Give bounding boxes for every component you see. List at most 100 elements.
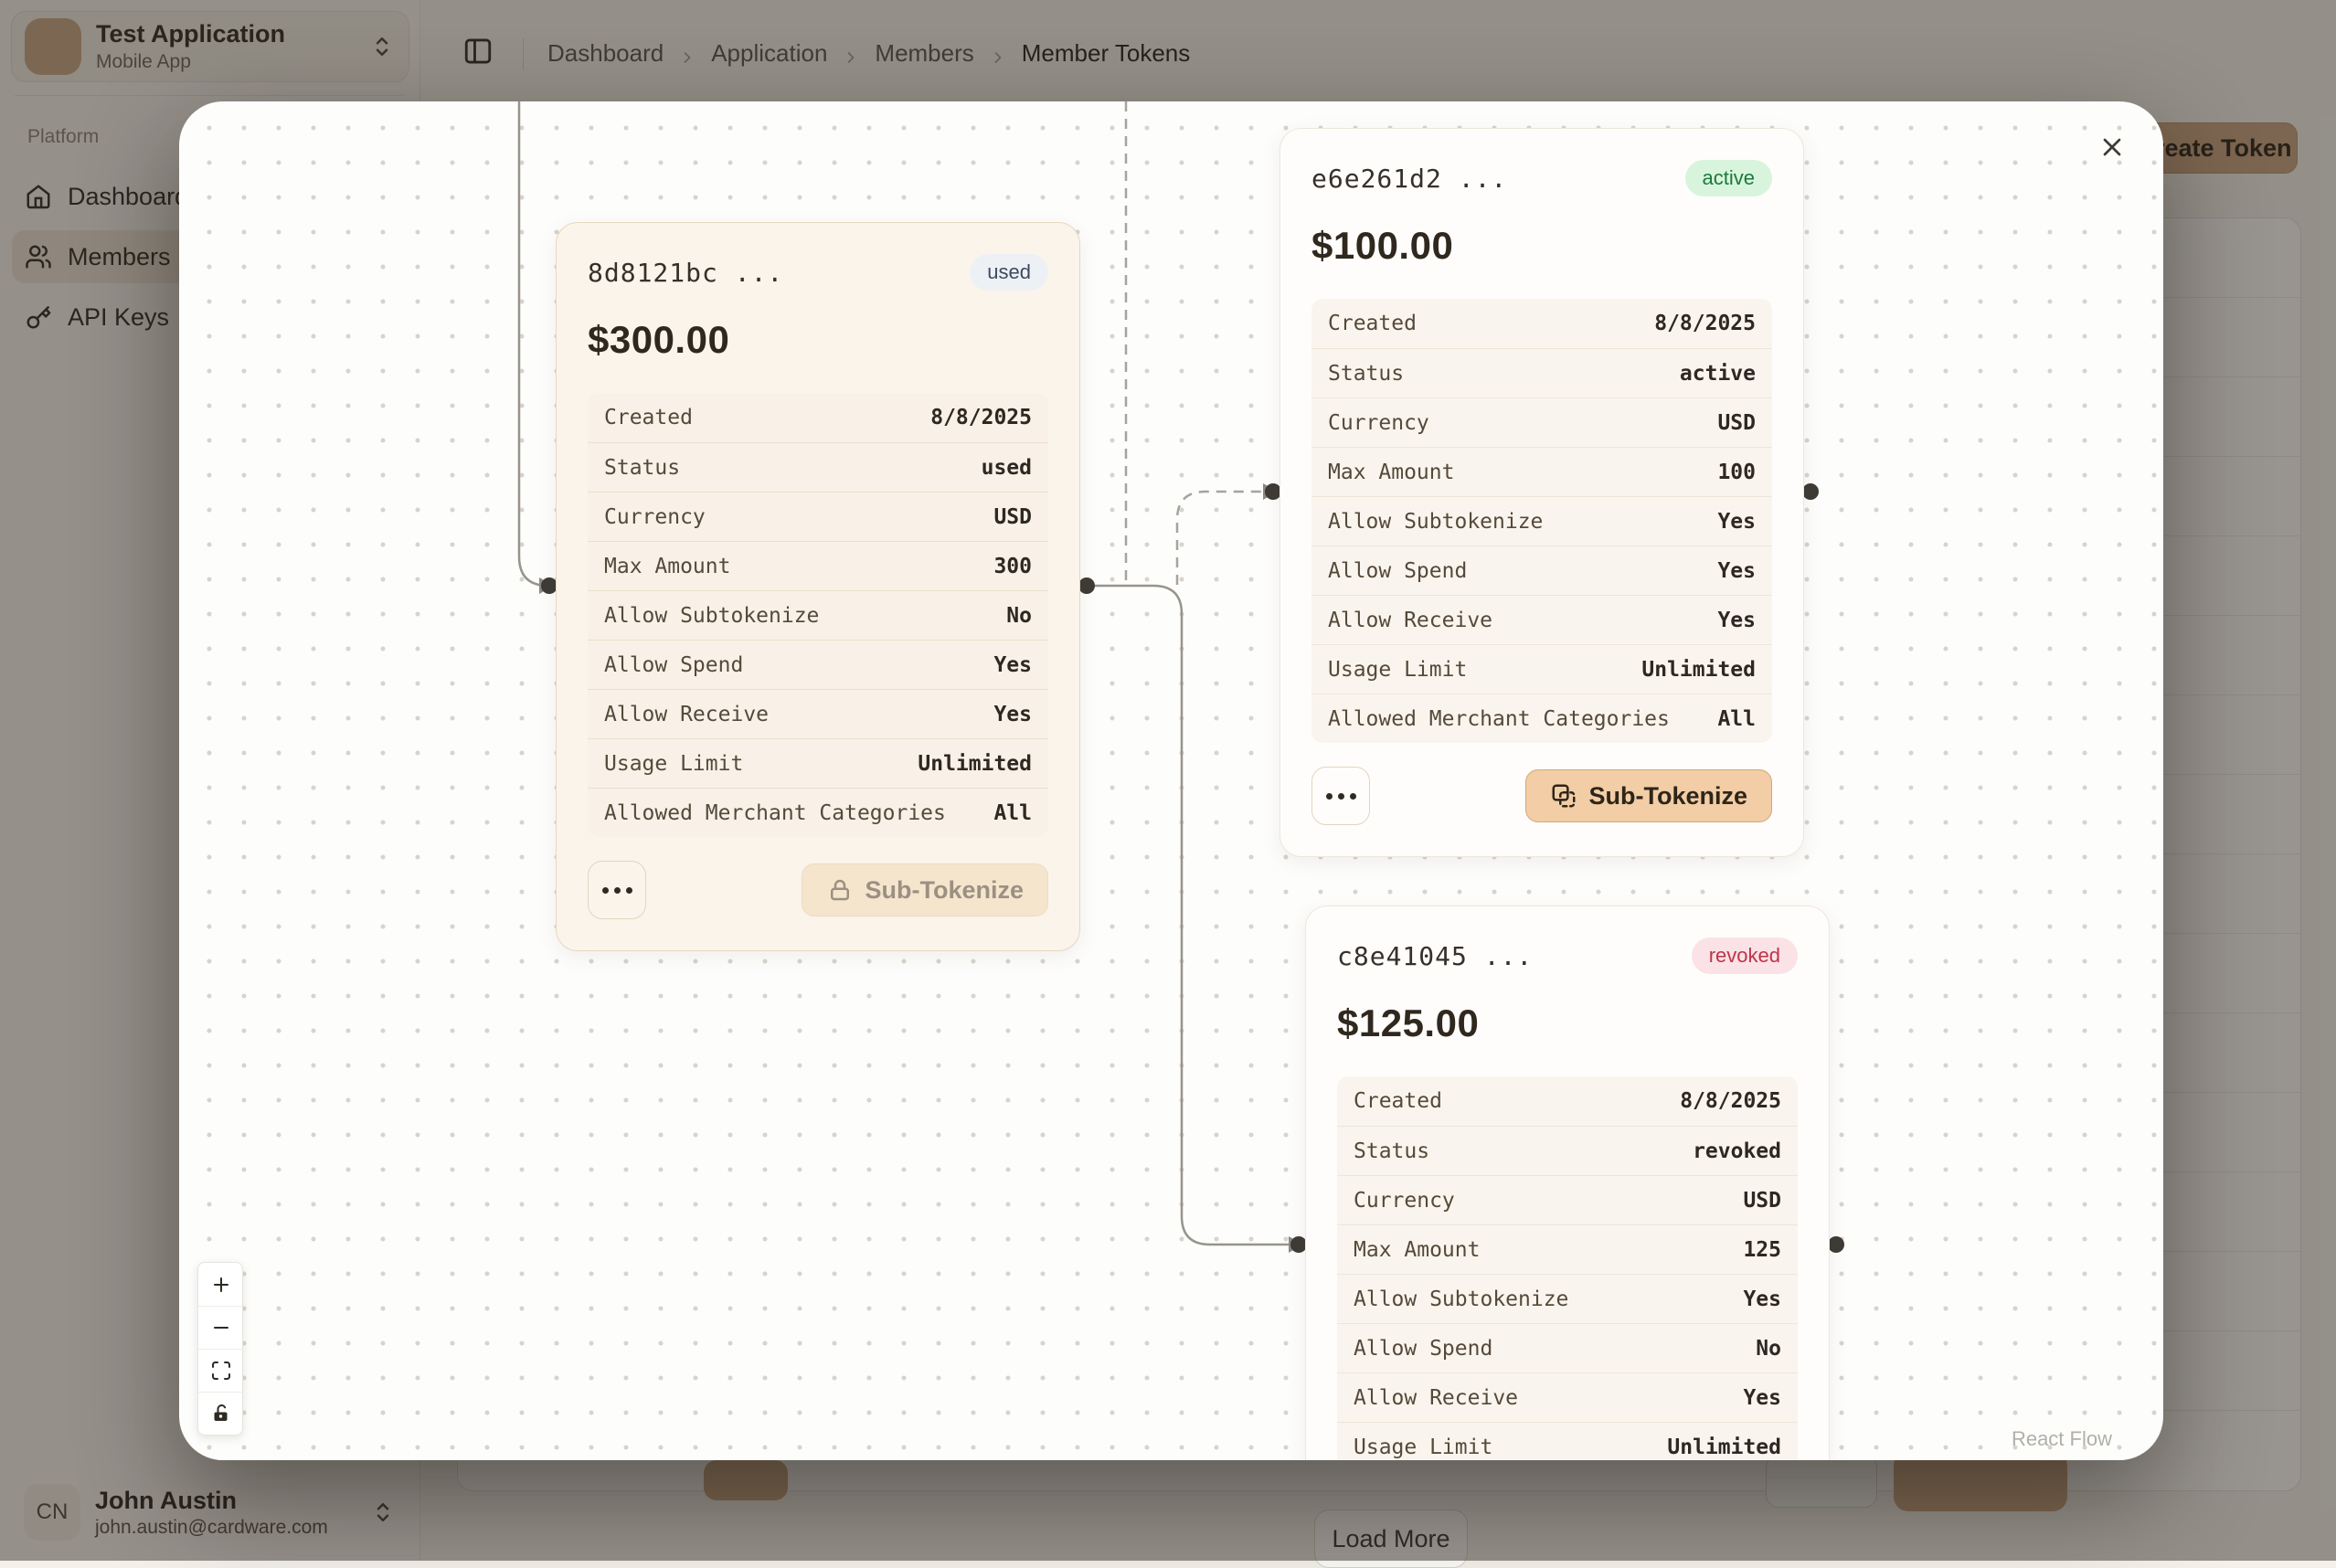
detail-value: 8/8/2025 xyxy=(1680,1089,1781,1113)
minus-icon xyxy=(210,1317,232,1339)
lock-icon xyxy=(210,1403,232,1425)
detail-value: All xyxy=(993,801,1032,825)
detail-row: Allow SubtokenizeNo xyxy=(588,590,1048,640)
detail-label: Currency xyxy=(1328,411,1429,435)
detail-value: 300 xyxy=(993,555,1032,578)
sub-tokenize-button[interactable]: Sub-Tokenize xyxy=(1525,769,1772,822)
detail-label: Created xyxy=(604,406,693,429)
detail-value: Yes xyxy=(1743,1287,1781,1311)
detail-label: Allow Receive xyxy=(604,703,769,726)
token-amount: $300.00 xyxy=(588,314,1048,366)
ellipsis-icon xyxy=(1326,793,1333,800)
ellipsis-icon xyxy=(626,887,632,894)
detail-row: Statusused xyxy=(588,442,1048,492)
fit-view-icon xyxy=(210,1360,232,1382)
detail-value: All xyxy=(1717,707,1756,731)
sub-tokenize-button[interactable]: Sub-Tokenize xyxy=(802,863,1048,916)
more-options-button[interactable] xyxy=(1311,767,1370,825)
detail-table: Created 8/8/2025 Statusused Currency USD Max … xyxy=(588,393,1048,837)
control-lock-button[interactable] xyxy=(198,1392,243,1435)
detail-row: Allow Receive Yes xyxy=(1337,1372,1798,1422)
status-badge: used xyxy=(970,254,1048,291)
detail-table: Created8/8/2025StatusrevokedCurrencyUSDM… xyxy=(1337,1076,1798,1460)
close-icon xyxy=(2097,132,2127,162)
detail-label: Max Amount xyxy=(1328,461,1454,484)
token-id: 8d8121bc ... xyxy=(588,258,783,288)
detail-row: Allowed Merchant CategoriesAll xyxy=(1311,694,1772,743)
detail-value: Yes xyxy=(993,703,1032,726)
detail-value: No xyxy=(1006,604,1032,628)
detail-value: USD xyxy=(1743,1189,1781,1213)
detail-label: Allow Receive xyxy=(1328,609,1492,632)
detail-value: Unlimited xyxy=(1667,1436,1781,1459)
edge-token1-to-token3 xyxy=(1087,586,1296,1245)
detail-row: Allow Receive Yes xyxy=(588,689,1048,738)
control-fit-view-button[interactable] xyxy=(198,1349,243,1392)
detail-label: Created xyxy=(1328,312,1417,335)
detail-row: CurrencyUSD xyxy=(1337,1175,1798,1224)
flow-controls xyxy=(197,1262,243,1436)
screen: Test Application Mobile App Platform Das… xyxy=(0,0,2336,1561)
token-id: c8e41045 ... xyxy=(1337,941,1533,971)
control-plus-button[interactable] xyxy=(198,1263,243,1306)
card-footer: Sub-Tokenize xyxy=(588,861,1048,919)
detail-label: Max Amount xyxy=(604,555,730,578)
token-node[interactable]: e6e261d2 ...active$100.00Created8/8/2025… xyxy=(1279,128,1804,857)
detail-row: Statusrevoked xyxy=(1337,1126,1798,1175)
flow-edges xyxy=(179,101,2163,1460)
detail-label: Allow Spend xyxy=(1354,1337,1492,1361)
detail-value: No xyxy=(1756,1337,1781,1361)
detail-value: Unlimited xyxy=(1641,658,1756,682)
token-node[interactable]: c8e41045 ... revoked $125.00 Created8/8/202… xyxy=(1305,906,1830,1460)
detail-label: Allowed Merchant Categories xyxy=(604,801,946,825)
detail-row: Allow Spend Yes xyxy=(1311,546,1772,595)
edge-parent-to-token1 xyxy=(519,101,548,586)
detail-label: Usage Limit xyxy=(1354,1436,1492,1459)
detail-row: Max Amount125 xyxy=(1337,1224,1798,1274)
handle-source-token3[interactable] xyxy=(1828,1236,1844,1253)
sub-tokenize-label: Sub-Tokenize xyxy=(1588,782,1747,810)
detail-value: Yes xyxy=(1717,559,1756,583)
detail-label: Allow Receive xyxy=(1354,1386,1518,1410)
token-node[interactable]: 8d8121bc ... used $300.00 Created 8/8/2025 St… xyxy=(556,222,1080,951)
status-badge: revoked xyxy=(1692,938,1798,974)
detail-table: Created 8/8/2025 StatusactiveCurrencyUSD Ma… xyxy=(1311,299,1772,743)
detail-value: Unlimited xyxy=(918,752,1032,776)
sub-tokenize-label: Sub-Tokenize xyxy=(865,876,1024,905)
detail-value: 125 xyxy=(1743,1238,1781,1262)
detail-label: Usage Limit xyxy=(604,752,743,776)
detail-value: USD xyxy=(993,505,1032,529)
detail-row: Allow SpendYes xyxy=(588,640,1048,689)
detail-row: Statusactive xyxy=(1311,348,1772,397)
status-badge: active xyxy=(1685,160,1772,196)
ellipsis-icon xyxy=(602,887,609,894)
detail-row: Allow SubtokenizeYes xyxy=(1337,1274,1798,1323)
detail-row: Created8/8/2025 xyxy=(1337,1076,1798,1126)
detail-value: revoked xyxy=(1693,1139,1781,1163)
detail-row: CurrencyUSD xyxy=(1311,397,1772,447)
detail-value: 8/8/2025 xyxy=(1654,312,1756,335)
detail-value: Yes xyxy=(1743,1386,1781,1410)
detail-row: Created 8/8/2025 xyxy=(1311,299,1772,348)
close-button[interactable] xyxy=(2092,129,2132,169)
token-amount: $125.00 xyxy=(1337,998,1798,1049)
detail-label: Currency xyxy=(604,505,706,529)
detail-label: Allow Spend xyxy=(1328,559,1467,583)
reactflow-watermark: React Flow xyxy=(2012,1427,2112,1451)
control-minus-button[interactable] xyxy=(198,1306,243,1349)
more-options-button[interactable] xyxy=(588,861,646,919)
detail-label: Status xyxy=(1328,362,1404,386)
ellipsis-icon xyxy=(1350,793,1356,800)
detail-value: Yes xyxy=(993,653,1032,677)
detail-value: Yes xyxy=(1717,510,1756,534)
detail-row: Max Amount 300 xyxy=(588,541,1048,590)
subtokenize-icon xyxy=(1550,782,1577,810)
plus-icon xyxy=(210,1274,232,1296)
lock-small-icon xyxy=(826,876,854,904)
handle-source-token2[interactable] xyxy=(1802,483,1819,500)
handle-source-token1[interactable] xyxy=(1078,577,1095,594)
detail-value: 100 xyxy=(1717,461,1756,484)
detail-value: 8/8/2025 xyxy=(930,406,1032,429)
close-icon xyxy=(2097,132,2127,166)
detail-label: Status xyxy=(604,456,680,480)
